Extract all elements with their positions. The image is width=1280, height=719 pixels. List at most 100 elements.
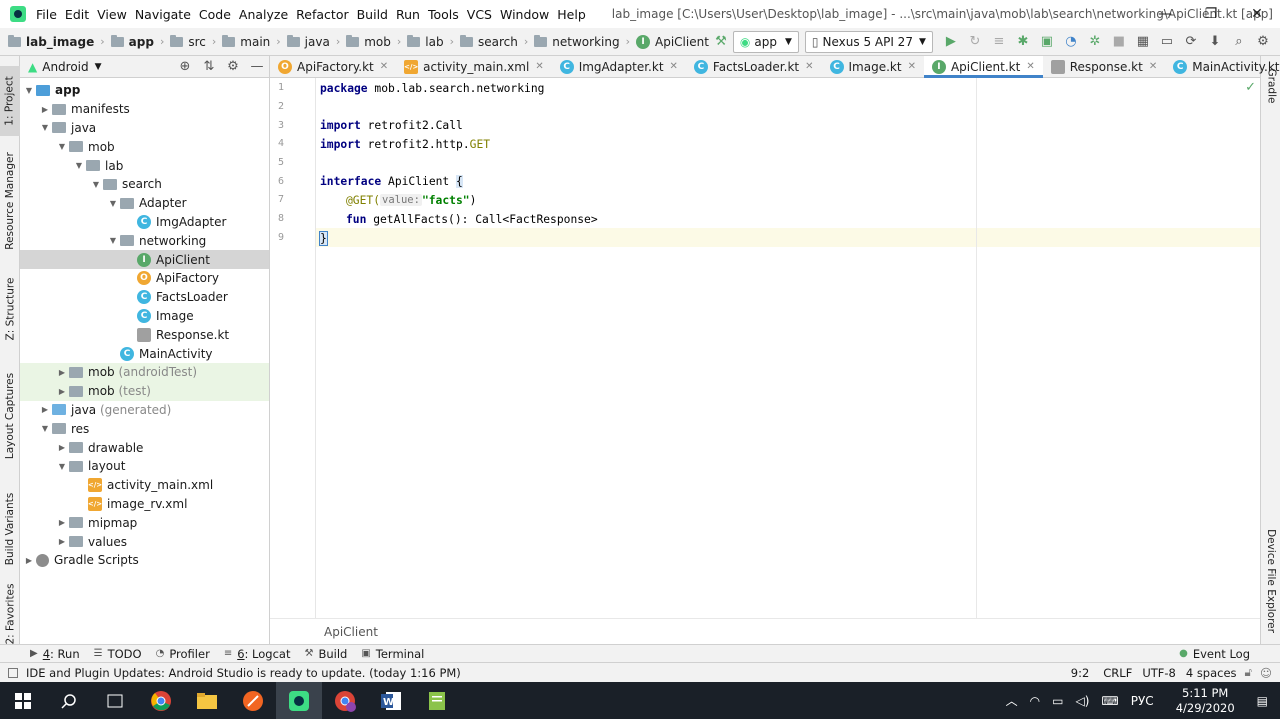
breadcrumb-main[interactable]: main › [222, 34, 286, 49]
task-view-icon[interactable] [92, 682, 138, 719]
breadcrumb-app[interactable]: app › [110, 34, 171, 49]
tool-todo[interactable]: ☰ TODO [94, 647, 142, 661]
hide-icon[interactable]: — [245, 59, 269, 74]
tab-build-variants[interactable]: Build Variants [0, 481, 20, 576]
search-icon[interactable] [46, 682, 92, 719]
lock-icon[interactable]: 🔓︎ [1245, 665, 1252, 680]
search-everywhere-icon[interactable]: ⌕ [1227, 31, 1251, 53]
tab-image-kt[interactable]: C Image.kt ✕ [822, 56, 924, 77]
tree-item-manifests[interactable]: ▶ manifests [20, 100, 269, 119]
menu-run[interactable]: Run [392, 7, 424, 22]
tree-item-mob-test[interactable]: ▶ mob (test) [20, 381, 269, 401]
tree-item-adapter[interactable]: ▼ Adapter [20, 194, 269, 213]
hammer-icon[interactable]: ⚒ [709, 31, 733, 53]
tab-resource-manager[interactable]: Resource Manager [0, 146, 20, 256]
menu-refactor[interactable]: Refactor [292, 7, 352, 22]
debug-icon[interactable]: ✱ [1011, 31, 1035, 53]
minimize-button[interactable]: — [1142, 0, 1188, 28]
tool-terminal[interactable]: ▣ Terminal [361, 647, 424, 661]
status-message[interactable]: IDE and Plugin Updates: Android Studio i… [26, 666, 461, 680]
menu-tools[interactable]: Tools [424, 7, 463, 22]
tool-windows-toggle-icon[interactable] [8, 667, 18, 678]
project-view-select[interactable]: Android [42, 60, 88, 74]
menu-analyze[interactable]: Analyze [235, 7, 292, 22]
tree-item-java-generated[interactable]: ▶ java (generated) [20, 401, 269, 420]
tab-factsloader-kt[interactable]: C FactsLoader.kt ✕ [686, 56, 822, 77]
settings-icon[interactable]: ⚙ [1251, 31, 1275, 53]
close-icon[interactable]: ✕ [670, 61, 678, 72]
close-icon[interactable]: ✕ [908, 61, 916, 72]
chevron-up-icon[interactable]: ︿ [1006, 692, 1018, 709]
tree-item-imgadapter[interactable]: C ImgAdapter [20, 213, 269, 232]
wifi-icon[interactable]: ◠ [1030, 694, 1040, 708]
menu-vcs[interactable]: VCS [463, 7, 496, 22]
tool-event-log[interactable]: ● Event Log [1179, 647, 1250, 661]
menu-help[interactable]: Help [553, 7, 590, 22]
sync-gradle-icon[interactable]: ⟳ [1179, 31, 1203, 53]
tab-favorites[interactable]: 2: Favorites [0, 583, 20, 644]
tree-item-search[interactable]: ▼ search [20, 175, 269, 194]
tool-profiler[interactable]: ◔ Profiler [156, 647, 210, 661]
restore-button[interactable]: ❐ [1188, 0, 1234, 28]
android-studio-taskbar-icon[interactable] [276, 682, 322, 719]
tree-item-image-rv-xml[interactable]: </> image_rv.xml [20, 495, 269, 514]
tree-item-apiclient[interactable]: I ApiClient [20, 250, 269, 269]
stop-icon[interactable]: ■ [1107, 31, 1131, 53]
tree-item-factsloader[interactable]: C FactsLoader [20, 288, 269, 307]
word-icon[interactable]: W [368, 682, 414, 719]
file-explorer-icon[interactable] [184, 682, 230, 719]
close-icon[interactable]: ✕ [535, 61, 543, 72]
file-encoding[interactable]: UTF-8 [1142, 666, 1176, 680]
breadcrumb-apiclient-interface[interactable]: ApiClient [324, 625, 378, 639]
volume-icon[interactable]: ◁) [1076, 694, 1090, 708]
code-editor[interactable]: 1 2 3 4 5 6 7 8 9 package mob.lab.search… [270, 78, 1260, 618]
tree-item-apifactory[interactable]: O ApiFactory [20, 269, 269, 288]
menu-view[interactable]: View [93, 7, 131, 22]
language-indicator[interactable]: РУС [1131, 694, 1154, 708]
menu-navigate[interactable]: Navigate [131, 7, 195, 22]
close-icon[interactable]: ✕ [805, 61, 813, 72]
breadcrumb-apiclient[interactable]: I ApiClient [636, 34, 709, 49]
tree-item-mainactivity[interactable]: C MainActivity [20, 344, 269, 363]
run-config-select[interactable]: ◉ app ▼ [732, 30, 799, 53]
clock[interactable]: 5:11 PM 4/29/2020 [1170, 686, 1241, 716]
tree-item-lab[interactable]: ▼ lab [20, 156, 269, 175]
avd-manager-icon[interactable]: ▭ [1155, 31, 1179, 53]
apply-changes-icon[interactable]: ↻ [963, 31, 987, 53]
keyboard-icon[interactable]: ⌨ [1101, 694, 1118, 708]
apply-code-changes-icon[interactable]: ≡ [987, 31, 1011, 53]
device-select[interactable]: ▯ Nexus 5 API 27 ▼ [804, 30, 933, 53]
sdk-manager-icon[interactable]: ⬇ [1203, 31, 1227, 53]
tool-build[interactable]: ⚒ Build [304, 647, 347, 661]
line-separator[interactable]: CRLF [1103, 666, 1132, 680]
tree-item-res[interactable]: ▼ res [20, 419, 269, 438]
tab-layout-captures[interactable]: Layout Captures [0, 366, 20, 466]
menu-build[interactable]: Build [353, 7, 392, 22]
tree-item-java[interactable]: ▼ java [20, 119, 269, 138]
chevron-down-icon[interactable]: ▼ [95, 62, 102, 72]
notifications-icon[interactable]: ▤ [1257, 694, 1268, 708]
tab-activity-main-xml[interactable]: </> activity_main.xml ✕ [396, 56, 552, 77]
windows-start-icon[interactable] [0, 682, 46, 719]
tab-apiclient-kt[interactable]: I ApiClient.kt ✕ [923, 56, 1043, 78]
tree-item-drawable[interactable]: ▶ drawable [20, 438, 269, 457]
app-orange-icon[interactable] [230, 682, 276, 719]
close-icon[interactable]: ✕ [380, 61, 388, 72]
close-window-button[interactable]: ✕ [1234, 0, 1280, 28]
tab-mainactivity-kt[interactable]: CMainActivity.kt✕ [1165, 56, 1280, 77]
tool-run[interactable]: ▶ 4: Run [30, 647, 80, 661]
tab-apifactory-kt[interactable]: O ApiFactory.kt ✕ [270, 56, 396, 77]
close-icon[interactable]: ✕ [1026, 61, 1034, 72]
chrome-profile-icon[interactable] [322, 682, 368, 719]
breadcrumb-lab[interactable]: lab › [407, 34, 460, 49]
tree-item-mipmap[interactable]: ▶ mipmap [20, 513, 269, 532]
breadcrumb-src[interactable]: src › [170, 34, 222, 49]
battery-icon[interactable]: ▭ [1052, 694, 1063, 708]
tree-item-app[interactable]: ▼ app [20, 81, 269, 100]
inspection-ok-icon[interactable]: ✓ [1245, 80, 1256, 95]
gear-icon[interactable]: ⚙ [221, 59, 245, 74]
tab-project[interactable]: 1: Project [0, 66, 20, 136]
coverage-icon[interactable]: ▣ [1035, 31, 1059, 53]
tree-item-networking[interactable]: ▼ networking [20, 231, 269, 250]
breadcrumb-mob[interactable]: mob › [346, 34, 407, 49]
